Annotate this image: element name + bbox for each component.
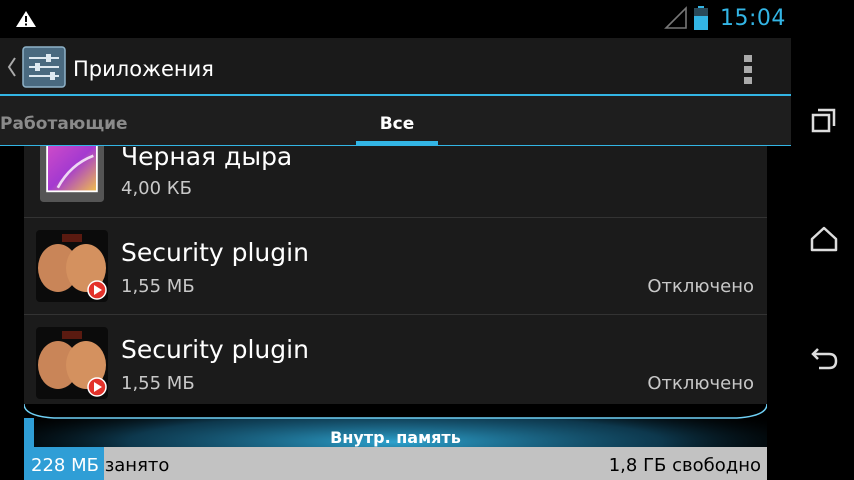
app-name: Security plugin: [121, 335, 309, 364]
app-size: 1,55 МБ: [121, 276, 195, 297]
storage-label: Внутр. память: [330, 428, 461, 447]
battery-icon: [694, 6, 708, 30]
tab-running[interactable]: Работающие: [0, 114, 128, 134]
app-status: Отключено: [647, 373, 754, 394]
storage-used-suffix: занято: [104, 455, 170, 476]
navigation-bar: [791, 0, 854, 480]
app-name: Security plugin: [121, 238, 309, 267]
app-size: 1,55 МБ: [121, 373, 195, 394]
list-item[interactable]: Security plugin 1,55 МБ Отключено: [24, 218, 767, 314]
status-bar: 15:04: [0, 0, 791, 38]
security-plugin-icon: [36, 327, 108, 399]
tab-all[interactable]: Все: [356, 114, 438, 134]
back-icon[interactable]: [809, 346, 839, 374]
storage-used-value: 228 МБ: [31, 455, 99, 476]
tab-selected-indicator: [356, 141, 438, 145]
tab-bar: Работающие Все: [0, 96, 791, 146]
recent-apps-icon[interactable]: [811, 106, 837, 134]
storage-bar: 228 МБ занято 1,8 ГБ свободно: [24, 447, 767, 480]
page-title: Приложения: [73, 57, 214, 81]
overflow-menu-icon[interactable]: [743, 53, 753, 85]
gallery-app-icon: [40, 146, 104, 202]
clock: 15:04: [720, 6, 786, 31]
app-name: Черная дыра: [121, 146, 293, 171]
warning-icon: [16, 11, 36, 27]
home-icon[interactable]: [809, 225, 839, 253]
security-plugin-icon: [36, 230, 108, 302]
list-item[interactable]: Черная дыра 4,00 КБ: [24, 146, 767, 218]
storage-free-text: 1,8 ГБ свободно: [608, 455, 761, 476]
list-item[interactable]: Security plugin 1,55 МБ Отключено: [24, 315, 767, 406]
signal-icon: [664, 6, 687, 29]
app-size: 4,00 КБ: [121, 178, 192, 199]
chevron-left-icon[interactable]: [6, 56, 18, 78]
action-bar: Приложения: [0, 38, 791, 96]
storage-used-text: 228 МБ занято: [31, 455, 169, 476]
app-list[interactable]: Черная дыра 4,00 КБ Security plugin 1,55…: [24, 146, 767, 406]
app-status: Отключено: [647, 276, 754, 297]
settings-app-icon[interactable]: [22, 46, 66, 88]
